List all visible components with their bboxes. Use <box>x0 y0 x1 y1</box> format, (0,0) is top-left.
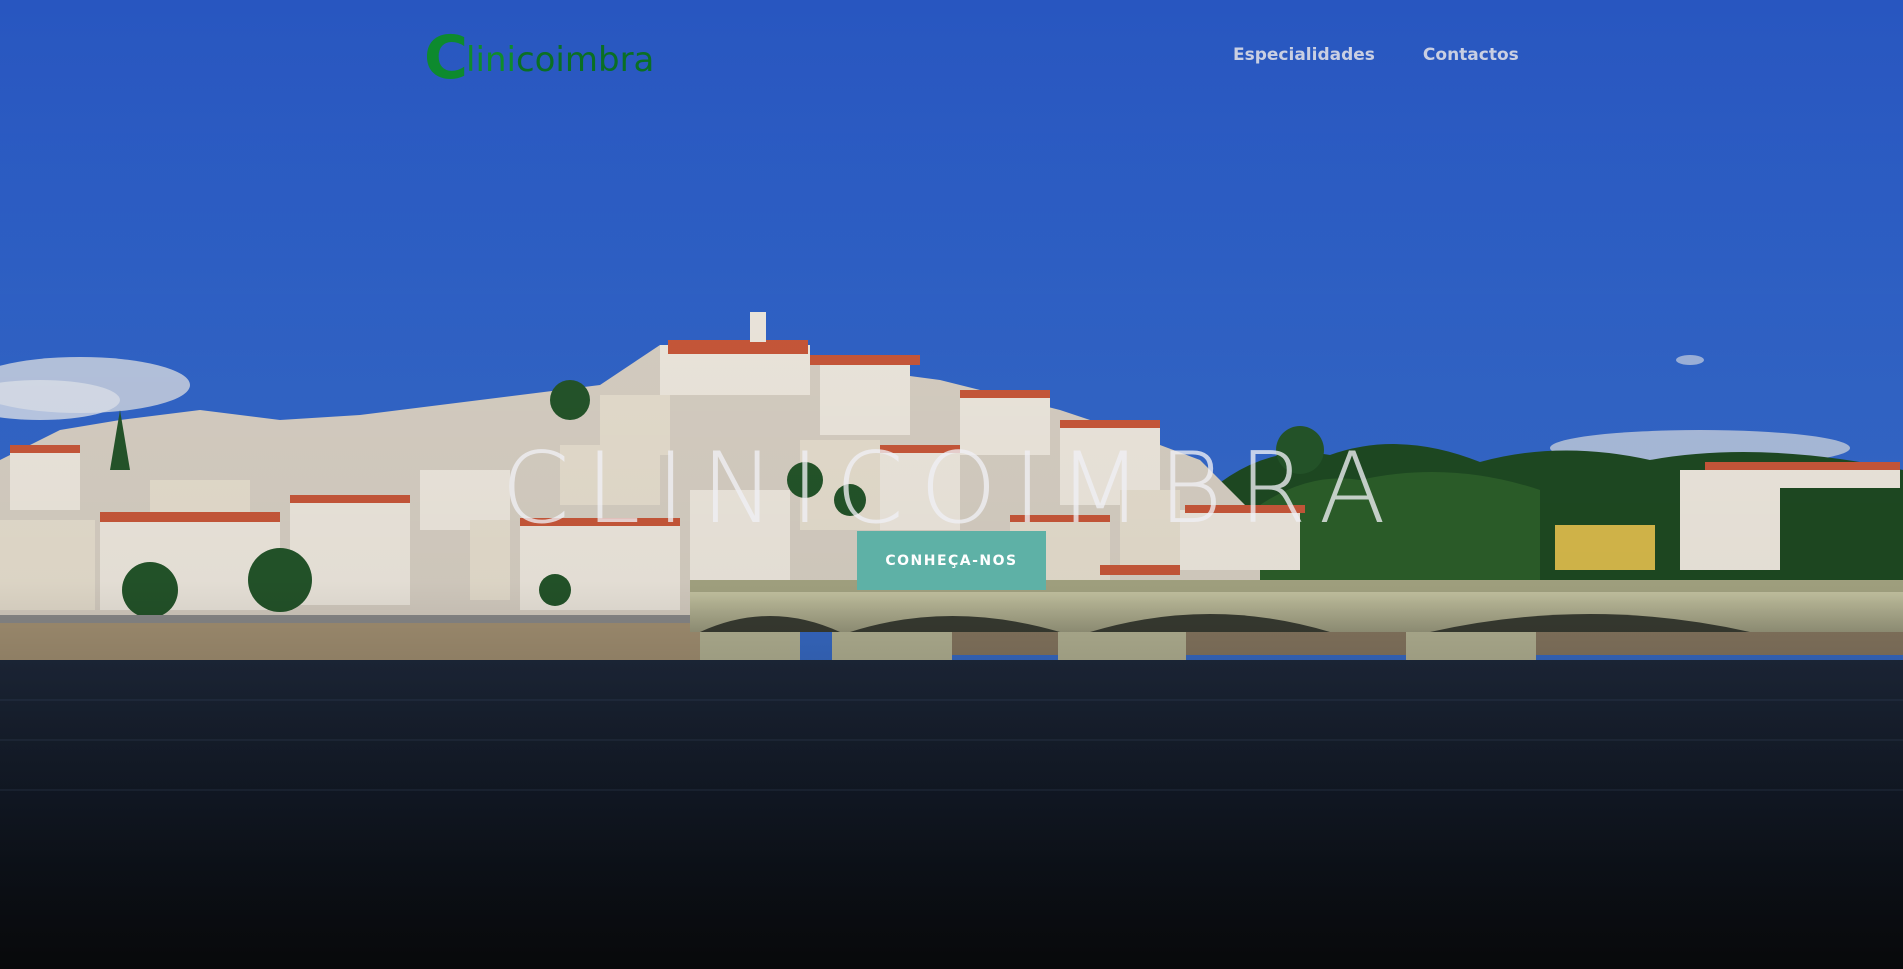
site-logo[interactable]: C lini coimbra <box>424 23 654 93</box>
nav-link-contactos[interactable]: Contactos <box>1423 45 1519 65</box>
logo-word-part2: coimbra <box>515 40 655 80</box>
hero-section: C lini coimbra Especialidades Contactos C… <box>0 0 1903 969</box>
hero-title: CLINICOIMBRA <box>501 431 1402 546</box>
nav-link-especialidades[interactable]: Especialidades <box>1233 45 1375 65</box>
logo-wordmark: lini coimbra <box>466 40 654 80</box>
conheca-nos-button[interactable]: CONHEÇA-NOS <box>857 531 1046 590</box>
main-nav: Especialidades Contactos <box>1233 45 1519 65</box>
navbar: C lini coimbra Especialidades Contactos <box>0 0 1903 115</box>
logo-initial: C <box>424 23 468 93</box>
logo-word-part1: lini <box>466 40 516 80</box>
